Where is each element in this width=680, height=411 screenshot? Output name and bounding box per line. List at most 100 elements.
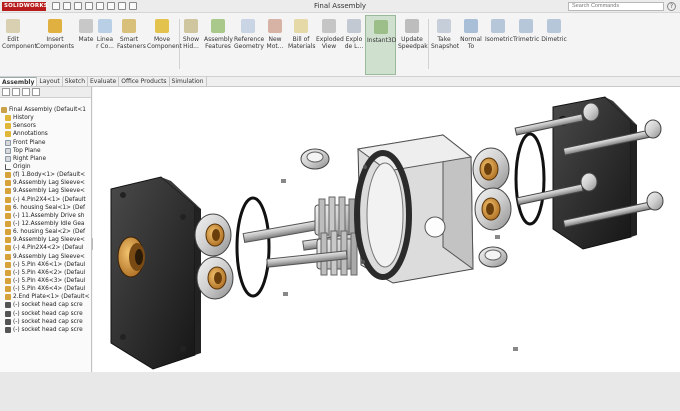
pump-body-housing[interactable] [354,133,474,284]
edit-component-button[interactable]: Edit Component [1,15,37,75]
tree-item-component[interactable]: (-) 12.Assembly Idle Gea [0,220,91,228]
normal-to-button[interactable]: Normal To [458,15,484,75]
port-plug-lower[interactable] [478,246,508,268]
insert-components-button[interactable]: Insert Components [35,15,75,75]
tree-item-component[interactable]: (-) 5.Pin 4X6<2> (Defaul [0,269,91,277]
part-icon [5,286,11,293]
open-icon[interactable] [63,2,71,10]
tab-layout[interactable]: Layout [37,77,63,86]
ribbon-separator [428,19,429,69]
dimetric-button[interactable]: Dimetric [540,15,568,75]
configuration-manager-tab-icon[interactable] [22,88,30,96]
rebuild-icon[interactable] [118,2,126,10]
tree-item-component[interactable]: (-) 5.Pin 4X6<3> (Defaul [0,277,91,285]
port-plug-upper[interactable] [300,148,330,170]
solidworks-window: SOLIDWORKS Final Assembly Search Command… [0,0,680,372]
tree-item-component[interactable]: (-) 4.Pin2X4<2> (Defaul [0,244,91,252]
bearing-sleeve-lower-right[interactable] [474,187,512,231]
show-hidden-button[interactable]: Show Hid... [180,15,202,75]
exploded-view-button[interactable]: Exploded View [315,15,344,75]
feature-manager-tab-icon[interactable] [2,88,10,96]
tree-item-component[interactable]: (-) 5.Pin 4X6<4> (Defaul [0,285,91,293]
smart-fasteners-button[interactable]: Smart Fasteners [116,15,146,75]
exploded-assembly-drawing [110,96,664,370]
tree-item-front-plane[interactable]: Front Plane [0,139,91,147]
update-speedpak-button[interactable]: Update Speedpak [397,15,428,75]
dowel-pin[interactable] [495,235,500,239]
tree-item-annotations[interactable]: Annotations [0,130,91,138]
part-icon [5,278,11,285]
tree-item-component[interactable]: 9.Assembly Lag Sleeve< [0,187,91,195]
bearing-sleeve-upper-left[interactable] [194,213,232,257]
search-commands-input[interactable]: Search Commands [568,2,664,11]
tree-item-origin[interactable]: Origin [0,163,91,171]
tree-item-sensors[interactable]: Sensors [0,122,91,130]
plane-icon [5,147,11,154]
exploded-view-icon [322,19,336,33]
take-snapshot-button[interactable]: Take Snapshot [430,15,459,75]
assembly-features-button[interactable]: Assembly Features [203,15,233,75]
tab-simulation[interactable]: Simulation [170,77,207,86]
tree-item-component[interactable]: 2.End Plate<1> (Default< [0,293,91,301]
tab-evaluate[interactable]: Evaluate [88,77,120,86]
tree-item-history[interactable]: History [0,114,91,122]
isometric-button[interactable]: Isometric [484,15,513,75]
sensors-folder-icon [5,123,11,130]
tree-item-top-plane[interactable]: Top Plane [0,147,91,155]
title-bar: SOLIDWORKS Final Assembly Search Command… [0,0,680,13]
undo-icon[interactable] [96,2,104,10]
housing-seal-o-ring-left[interactable] [235,196,271,298]
tree-item-component[interactable]: (-) 11.Assembly Drive sh [0,212,91,220]
tab-office-products[interactable]: Office Products [119,77,170,86]
explode-line-sketch-button[interactable]: Explo de L... [343,15,365,75]
part-icon [5,261,11,268]
tree-item-right-plane[interactable]: Right Plane [0,155,91,163]
print-icon[interactable] [85,2,93,10]
origin-icon [5,164,11,171]
trimetric-button[interactable]: Trimetric [512,15,540,75]
new-motion-study-icon [268,19,282,33]
dowel-pin[interactable] [281,179,286,183]
mate-button[interactable]: Mate [76,15,96,75]
tree-item-component[interactable]: (-) 4.Pin2X4<1> (Default [0,196,91,204]
tree-item-component[interactable]: (-) socket head cap scre [0,310,91,318]
tab-sketch[interactable]: Sketch [63,77,88,86]
housing-seal-o-ring-right[interactable] [514,132,546,226]
tree-item-component[interactable]: (-) 5.Pin 4X6<1> (Defaul [0,261,91,269]
linear-pattern-button[interactable]: Linea r Co... [95,15,115,75]
save-icon[interactable] [74,2,82,10]
take-snapshot-icon [437,19,451,33]
new-motion-study-button[interactable]: New Mot... [264,15,286,75]
help-icon[interactable]: ? [667,2,676,11]
options-icon[interactable] [129,2,137,10]
graphics-viewport[interactable] [93,87,680,372]
tree-item-component[interactable]: (f) 1.Body<1> (Default< [0,171,91,179]
bearing-sleeve-upper-right[interactable] [472,147,510,191]
move-component-button[interactable]: Move Component [146,15,182,75]
tree-item-component[interactable]: (-) socket head cap scre [0,326,91,334]
part-icon [5,229,11,236]
tree-item-root-assembly[interactable]: Final Assembly (Default<1 [0,106,91,114]
dowel-pin[interactable] [283,292,288,296]
tree-item-component[interactable]: 9.Assembly Lag Sleeve< [0,236,91,244]
linear-pattern-icon [98,19,112,33]
screw-icon [5,302,11,309]
new-document-icon[interactable] [52,2,60,10]
dowel-pin[interactable] [513,347,518,351]
reference-geometry-button[interactable]: Reference Geometry [233,15,264,75]
front-cover-plate[interactable] [110,176,201,370]
instant3d-button[interactable]: Instant3D [365,15,396,75]
tree-item-component[interactable]: 6. housing Seal<2> (Def [0,228,91,236]
tree-item-component[interactable]: (-) socket head cap scre [0,301,91,309]
select-icon[interactable] [107,2,115,10]
property-manager-tab-icon[interactable] [12,88,20,96]
tree-item-component[interactable]: 9.Assembly Lag Sleeve< [0,253,91,261]
tab-assembly[interactable]: Assembly [0,77,38,86]
bill-of-materials-button[interactable]: Bill of Materials [287,15,316,75]
tree-item-component[interactable]: 6. housing Seal<1> (Def [0,204,91,212]
bearing-sleeve-lower-left[interactable] [196,256,234,300]
dimxpert-tab-icon[interactable] [32,88,40,96]
insert-components-icon [48,19,62,33]
tree-item-component[interactable]: 9.Assembly Lag Sleeve< [0,179,91,187]
tree-item-component[interactable]: (-) socket head cap scre [0,318,91,326]
